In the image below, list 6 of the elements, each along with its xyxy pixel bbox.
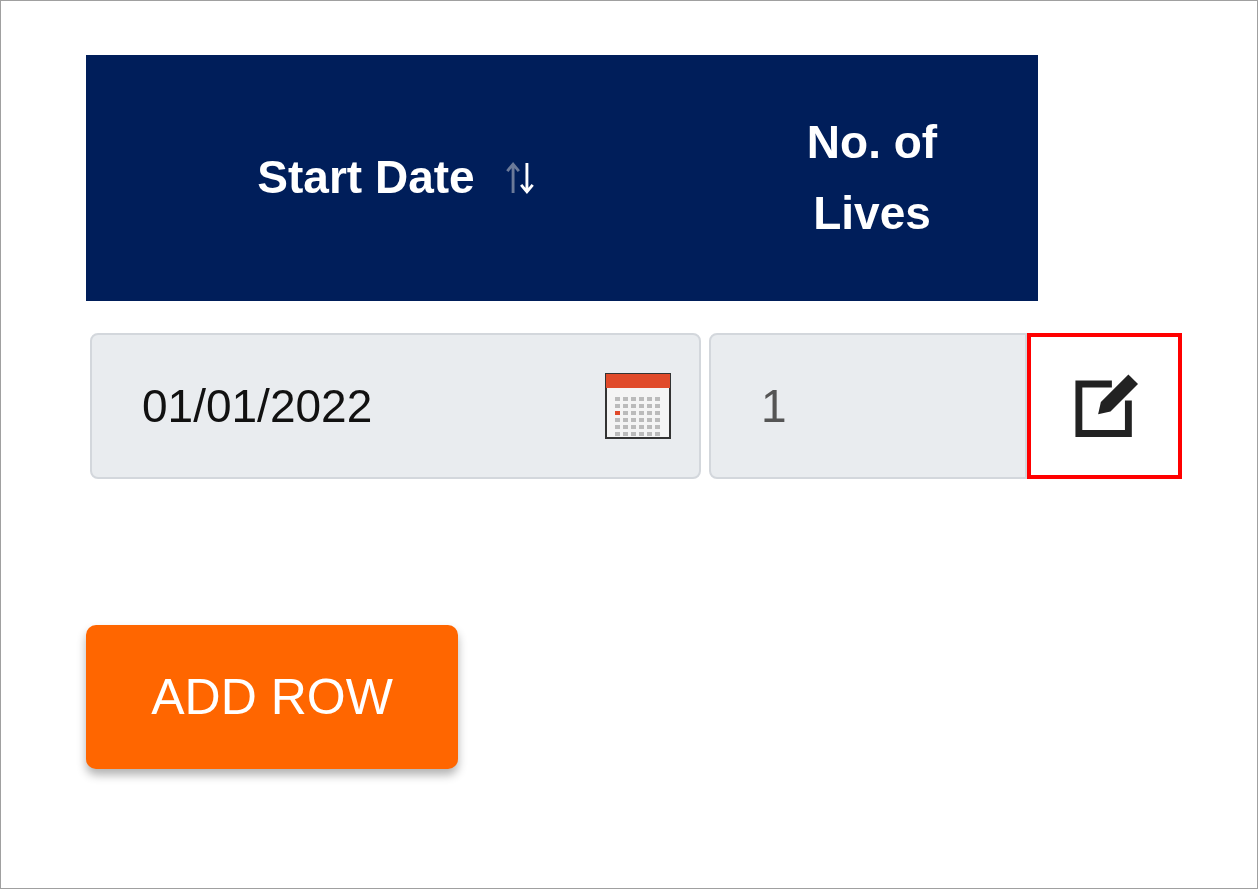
edit-button[interactable]	[1027, 333, 1182, 479]
lives-field[interactable]: 1	[709, 333, 1027, 479]
date-field[interactable]: 01/01/2022	[90, 333, 701, 479]
calendar-icon[interactable]	[605, 372, 671, 440]
column-header: No. of Lives	[805, 114, 939, 241]
column-header: Start Date	[257, 150, 475, 206]
